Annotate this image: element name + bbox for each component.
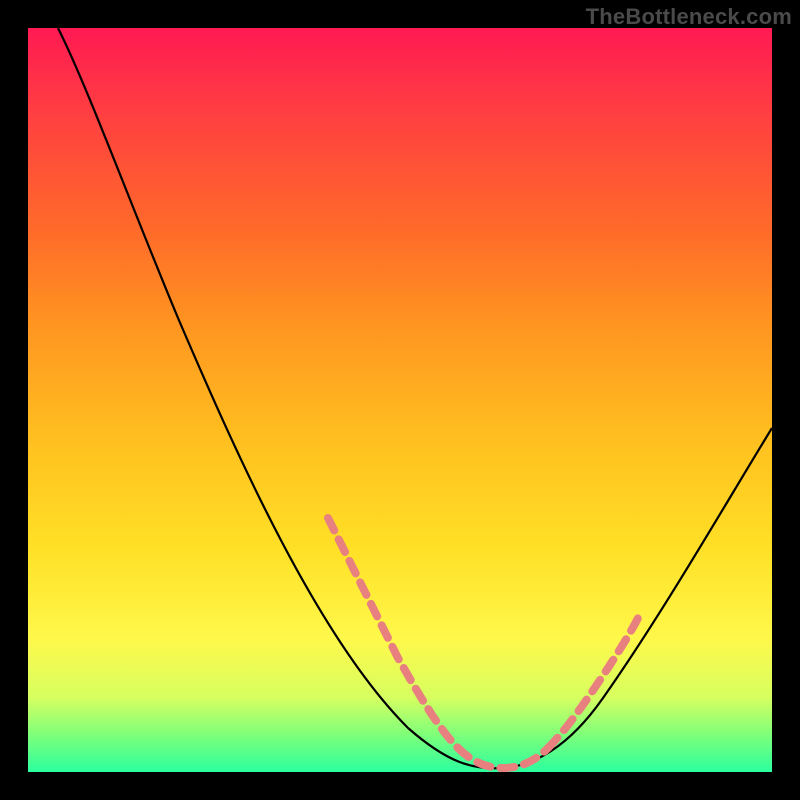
highlight-right-segment xyxy=(548,618,638,748)
chart-plot-area xyxy=(28,28,772,772)
bottleneck-curve xyxy=(58,28,772,768)
watermark-text: TheBottleneck.com xyxy=(586,4,792,30)
chart-svg xyxy=(28,28,772,772)
